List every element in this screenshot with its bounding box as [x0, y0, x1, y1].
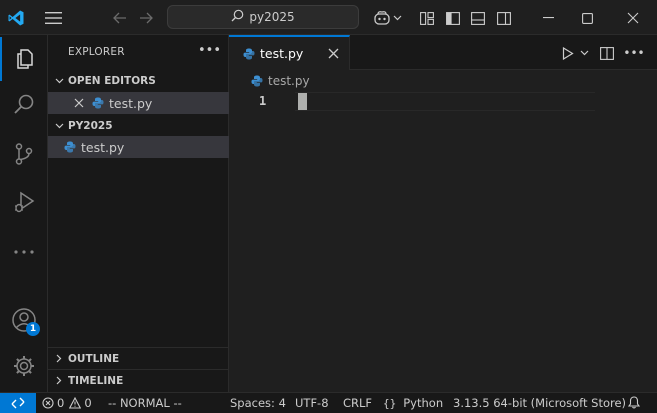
- outline-label: OUTLINE: [68, 352, 120, 365]
- minimize-icon[interactable]: [533, 8, 563, 28]
- sidebar-title: EXPLORER: [68, 46, 125, 58]
- chevron-right-icon: [52, 354, 66, 363]
- maximize-icon[interactable]: [572, 8, 602, 28]
- run-python-icon[interactable]: [560, 45, 576, 61]
- search-text: py2025: [249, 10, 295, 24]
- close-icon[interactable]: [328, 47, 339, 62]
- remote-icon: [11, 397, 25, 409]
- language-mode[interactable]: {} Python: [383, 396, 443, 410]
- braces-icon: {}: [383, 396, 397, 410]
- open-editors-label: OPEN EDITORS: [68, 75, 156, 87]
- encoding[interactable]: UTF-8: [295, 396, 329, 410]
- status-bar: 0 0 -- NORMAL -- Spaces: 4 UTF-8 CRLF {}…: [0, 392, 657, 413]
- back-arrow-icon[interactable]: [110, 8, 130, 28]
- explorer-sidebar: EXPLORER ••• OPEN EDITORS test.py PY2025…: [48, 35, 229, 392]
- account-badge: 1: [26, 322, 40, 336]
- folder-label: PY2025: [68, 120, 113, 132]
- indentation[interactable]: Spaces: 4: [230, 396, 286, 410]
- chevron-down-icon: [52, 123, 66, 129]
- folder-header[interactable]: PY2025: [48, 115, 229, 137]
- remote-indicator[interactable]: [0, 393, 36, 413]
- open-editors-header[interactable]: OPEN EDITORS: [48, 70, 229, 92]
- python-interpreter[interactable]: 3.13.5 64-bit (Microsoft Store): [453, 396, 626, 410]
- vim-mode: -- NORMAL --: [108, 396, 182, 410]
- file-tree-filename: test.py: [81, 139, 125, 155]
- editor-area[interactable]: test.py 1: [229, 70, 657, 392]
- end-of-line[interactable]: CRLF: [343, 396, 372, 410]
- more-actions-icon[interactable]: •••: [623, 45, 644, 61]
- search-icon: [231, 9, 244, 25]
- chevron-right-icon: [52, 376, 66, 385]
- close-icon[interactable]: [74, 98, 84, 108]
- menu-icon[interactable]: [42, 8, 64, 28]
- editor-tab[interactable]: test.py: [229, 35, 350, 70]
- error-count: 0: [57, 396, 65, 410]
- warning-count: 0: [84, 396, 92, 410]
- title-bar: py2025: [0, 0, 657, 35]
- timeline-label: TIMELINE: [68, 374, 124, 387]
- notifications-bell-icon[interactable]: [628, 396, 640, 409]
- command-center-search[interactable]: py2025: [167, 5, 359, 29]
- warning-icon: [69, 397, 82, 409]
- python-file-icon: [243, 48, 255, 60]
- account-icon[interactable]: 1: [0, 298, 48, 342]
- more-actions-icon[interactable]: •••: [198, 43, 221, 58]
- python-file-icon: [64, 141, 76, 153]
- copilot-icon[interactable]: [372, 8, 392, 28]
- search-icon[interactable]: [0, 82, 48, 126]
- layout-customize-icon[interactable]: [417, 8, 437, 28]
- breadcrumb-file[interactable]: test.py: [268, 74, 310, 88]
- python-file-icon: [92, 97, 104, 109]
- chevron-down-icon[interactable]: [578, 45, 590, 61]
- chevron-down-icon[interactable]: [391, 8, 403, 28]
- chevron-down-icon: [52, 78, 66, 84]
- toggle-secondary-sidebar-icon[interactable]: [494, 8, 514, 28]
- toggle-panel-icon[interactable]: [468, 8, 488, 28]
- breadcrumb: test.py: [251, 74, 310, 88]
- current-line-highlight: [295, 92, 595, 111]
- editor-tab-bar: test.py •••: [229, 35, 657, 70]
- editor-tab-label: test.py: [260, 46, 304, 61]
- toggle-sidebar-icon[interactable]: [443, 8, 463, 28]
- error-icon: [42, 397, 54, 409]
- timeline-header[interactable]: TIMELINE: [48, 369, 229, 391]
- file-tree-item[interactable]: test.py: [48, 136, 229, 158]
- line-number: 1: [259, 94, 267, 108]
- source-control-icon[interactable]: [0, 132, 48, 176]
- outline-header[interactable]: OUTLINE: [48, 347, 229, 369]
- vscode-logo-icon: [6, 8, 26, 28]
- close-icon[interactable]: [618, 8, 648, 28]
- block-cursor: [298, 93, 307, 110]
- run-debug-icon[interactable]: [0, 180, 48, 224]
- explorer-icon[interactable]: [0, 37, 48, 81]
- split-editor-icon[interactable]: [599, 45, 615, 61]
- activity-bar: 1: [0, 35, 48, 392]
- settings-gear-icon[interactable]: [0, 344, 48, 388]
- problems-indicator[interactable]: 0 0: [42, 396, 92, 410]
- open-editor-item[interactable]: test.py: [48, 92, 229, 114]
- open-editor-filename: test.py: [109, 95, 153, 111]
- python-file-icon: [251, 75, 263, 87]
- more-icon[interactable]: [0, 230, 48, 274]
- forward-arrow-icon[interactable]: [136, 8, 156, 28]
- language-label: Python: [403, 396, 444, 410]
